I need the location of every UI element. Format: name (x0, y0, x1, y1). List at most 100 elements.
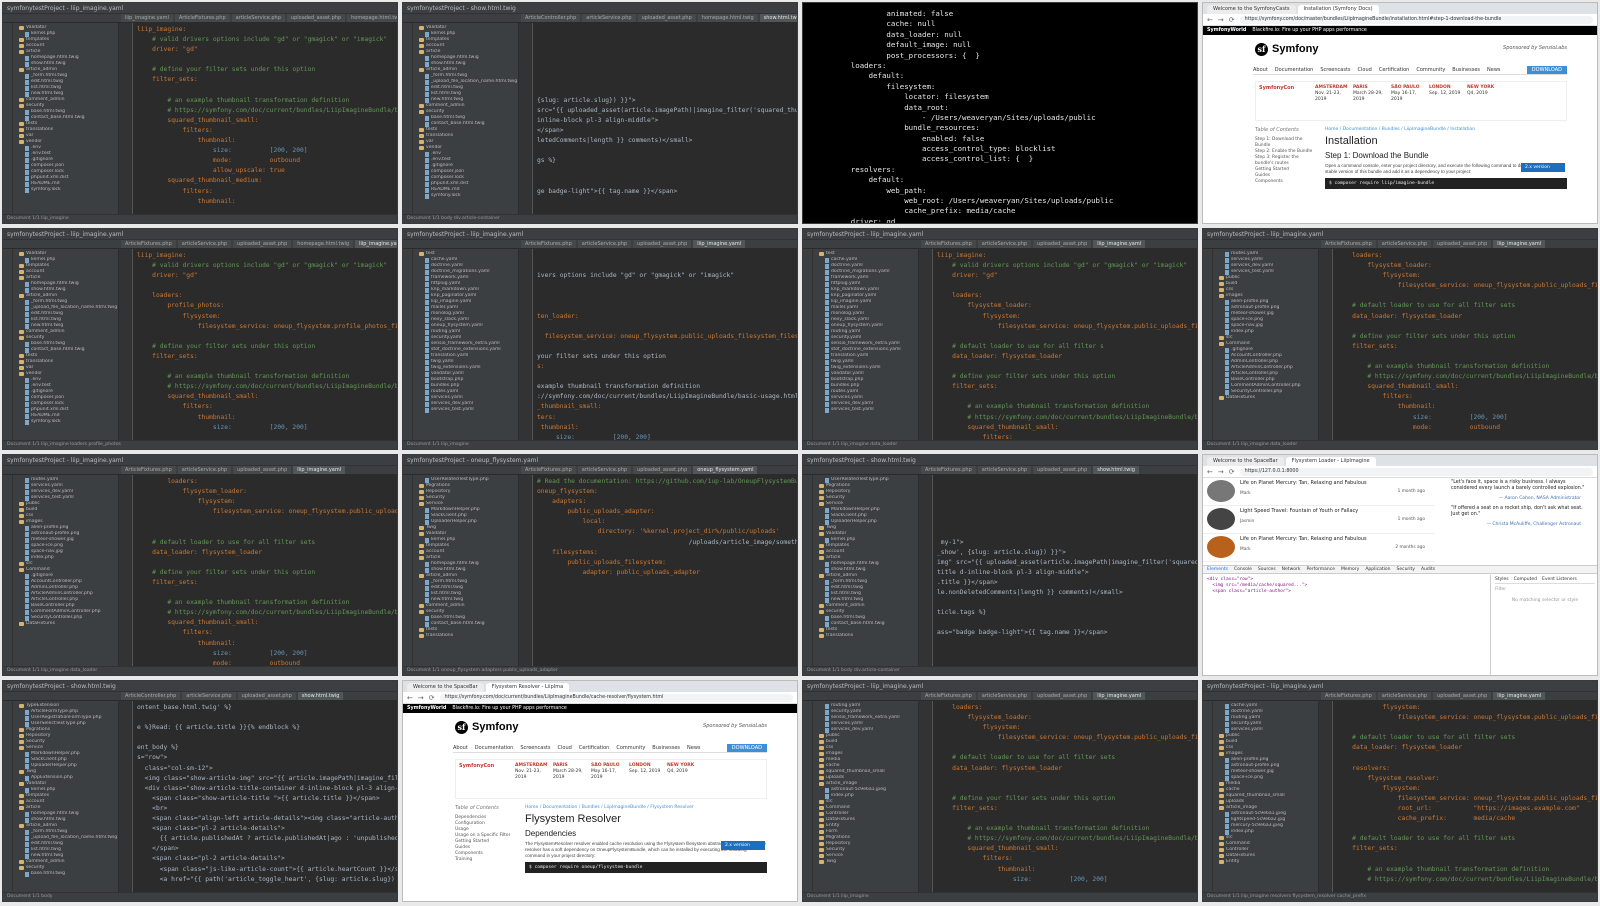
code-editor[interactable]: flysystem: filesystem_service: oneup_fly… (1333, 703, 1597, 892)
code-editor[interactable]: liip_imagine: # valid drivers options in… (933, 251, 1197, 440)
editor-tab[interactable]: ArticleController.php (521, 14, 581, 22)
code-editor[interactable]: ontent_base.html.twig' %} e %}Read: {{ ar… (133, 703, 397, 892)
nav-link[interactable]: Documentation (1275, 67, 1314, 73)
promo-banner[interactable]: SymfonyWorld Blackfire.io: Fire up your P… (1203, 26, 1597, 35)
browser-tab[interactable]: Welcome to the SpaceBar (407, 683, 484, 692)
nav-link[interactable]: Screencasts (520, 745, 550, 751)
nav-link[interactable]: Community (1416, 67, 1445, 73)
promo-banner[interactable]: SymfonyWorld Blackfire.io: Fire up your P… (403, 704, 797, 713)
nav-link[interactable]: Screencasts (1320, 67, 1350, 73)
tree-row[interactable]: Twig (813, 859, 918, 865)
editor-tab[interactable]: ArticleFixtures.php (1321, 240, 1376, 248)
editor-tab[interactable]: ArticleFixtures.php (121, 240, 176, 248)
editor-tab[interactable]: articleService.php (1377, 692, 1432, 700)
version-select[interactable]: 2.x version (721, 841, 765, 850)
editor-tab[interactable]: ArticleFixtures.php (521, 240, 576, 248)
editor-tab[interactable]: uploaded_asset.php (1033, 692, 1092, 700)
devtools-tab[interactable]: Console (1234, 566, 1252, 573)
devtools-tab[interactable]: Sources (1258, 566, 1276, 573)
devtools-tab[interactable]: Application (1365, 566, 1390, 573)
editor-tab[interactable]: homepage.html.twig (347, 14, 397, 22)
back-icon[interactable]: ← (1207, 16, 1213, 24)
editor-tab[interactable]: show.html.twig (1093, 466, 1139, 474)
toc-item[interactable]: Components (1255, 179, 1315, 185)
editor-tab[interactable]: uploaded_asset.php (233, 240, 292, 248)
browser-tab[interactable]: Flysystem Resolver - LiipIma (485, 683, 570, 692)
editor-tab[interactable]: homepage.html.twig (697, 14, 758, 22)
toc-item[interactable]: Step 1: Download the Bundle (1255, 137, 1315, 149)
editor-tab[interactable]: liip_imagine.yaml (1493, 692, 1546, 700)
editor-tab[interactable]: articleService.php (977, 692, 1032, 700)
editor-tab[interactable]: uploaded_asset.php (633, 466, 692, 474)
code-editor[interactable]: ivers options include "gd" or "gmagick" … (533, 251, 797, 440)
editor-tab[interactable]: uploaded_asset.php (237, 692, 296, 700)
editor-tab[interactable]: homepage.html.twig (293, 240, 354, 248)
symfony-logo-icon[interactable]: sf (455, 720, 468, 734)
events-banner[interactable]: SymfonyCon AMSTERDAM Nov. 21-23, 2019 PARIS… (455, 759, 767, 799)
devtools-tab[interactable]: Network (1282, 566, 1301, 573)
code-editor[interactable]: # Read the documentation: https://github… (533, 477, 797, 666)
symfony-logo-icon[interactable]: sf (1255, 42, 1268, 56)
editor-tab[interactable]: ArticleFixtures.php (921, 692, 976, 700)
nav-link[interactable]: About (1253, 67, 1268, 73)
article-thumbnail[interactable] (1207, 480, 1235, 502)
back-icon[interactable]: ← (1207, 468, 1213, 476)
tree-row[interactable]: base.html.twig (13, 871, 118, 877)
editor-tab[interactable]: liip_imagine.yaml (293, 466, 346, 474)
code-editor[interactable]: loaders: flysystem_loader: flysystem: fi… (1333, 251, 1597, 440)
editor-tab[interactable]: articleService.php (577, 240, 632, 248)
editor-tab[interactable]: articleService.php (177, 240, 232, 248)
editor-tab[interactable]: ArticleFixtures.php (521, 466, 576, 474)
version-select[interactable]: 2.x version (1521, 163, 1565, 172)
editor-tab[interactable]: oneup_flysystem.yaml (693, 466, 758, 474)
forward-icon[interactable]: → (1218, 468, 1224, 476)
editor-tab[interactable]: uploaded_asset.php (233, 466, 292, 474)
code-editor[interactable]: my-1"> _show', {slug: article.slug}) }}">… (933, 477, 1197, 666)
styles-tab[interactable]: Computed (1514, 577, 1537, 582)
toc-item[interactable]: Training (455, 857, 515, 863)
nav-link[interactable]: Cloud (1358, 67, 1372, 73)
tree-row[interactable]: Entity (1213, 859, 1318, 865)
devtools-tab[interactable]: Performance (1306, 566, 1335, 573)
devtools-tab[interactable]: Security (1396, 566, 1414, 573)
code-editor[interactable]: liip_imagine: # valid drivers options in… (133, 25, 397, 214)
tree-row[interactable]: DataFixtures (1213, 395, 1318, 401)
editor-tab[interactable]: uploaded_asset.php (633, 240, 692, 248)
dom-node[interactable]: <span class="article-author"> (1207, 589, 1486, 595)
editor-tab[interactable]: show.html.twig (759, 14, 797, 22)
nav-link[interactable]: Businesses (1452, 67, 1480, 73)
nav-link[interactable]: Cloud (558, 745, 572, 751)
editor-tab[interactable]: articleService.php (177, 466, 232, 474)
browser-tab[interactable]: Welcome to the SpaceBar (1207, 457, 1284, 466)
nav-link[interactable]: Community (616, 745, 645, 751)
nav-link[interactable]: News (687, 745, 701, 751)
nav-link[interactable]: Certification (1379, 67, 1410, 73)
editor-tab[interactable]: ArticleController.php (121, 692, 181, 700)
editor-tab[interactable]: articleService.php (582, 14, 636, 22)
article-title[interactable]: Life on Planet Mercury: Tan, Relaxing an… (1240, 480, 1367, 486)
tree-row[interactable]: DataFixtures (13, 621, 118, 627)
tree-row[interactable]: _upload_file_location_name.html.twig (13, 305, 118, 311)
editor-tab[interactable]: liip_imagine.yaml (1493, 240, 1546, 248)
editor-tab[interactable]: ArticleFixtures.php (174, 14, 230, 22)
editor-tab[interactable]: liip_imagine.yaml (693, 240, 746, 248)
tree-row[interactable]: translations (813, 633, 918, 639)
tree-row[interactable]: symfony.lock (413, 193, 518, 199)
code-editor[interactable]: {slug: article.slug}) }}"> src="{{ upload… (533, 25, 797, 214)
article-thumbnail[interactable] (1207, 536, 1235, 558)
download-button[interactable]: DOWNLOAD (726, 743, 767, 752)
editor-tab[interactable]: articleService.php (182, 692, 236, 700)
tree-row[interactable]: _upload_file_location_name.html.twig (413, 79, 518, 85)
styles-tab[interactable]: Event Listeners (1542, 577, 1577, 582)
editor-tab[interactable]: articleService.php (977, 466, 1032, 474)
url-input[interactable]: https://127.0.0.1:8000 (1239, 467, 1593, 476)
tree-row[interactable]: symfony.lock (13, 187, 118, 193)
editor-tab[interactable]: uploaded_asset.php (1033, 240, 1092, 248)
toc-item[interactable]: Step 3: Register the bundle's routes (1255, 155, 1315, 167)
article-title[interactable]: Life on Planet Mercury: Tan, Relaxing an… (1240, 536, 1367, 542)
editor-tab[interactable]: articleService.php (1377, 240, 1432, 248)
editor-tab[interactable]: uploaded_asset.php (1433, 240, 1492, 248)
reload-icon[interactable]: ⟳ (1229, 468, 1235, 476)
editor-tab[interactable]: uploaded_asset.php (1033, 466, 1092, 474)
events-banner[interactable]: SymfonyCon AMSTERDAM Nov. 21-23, 2019 PARIS… (1255, 81, 1567, 121)
